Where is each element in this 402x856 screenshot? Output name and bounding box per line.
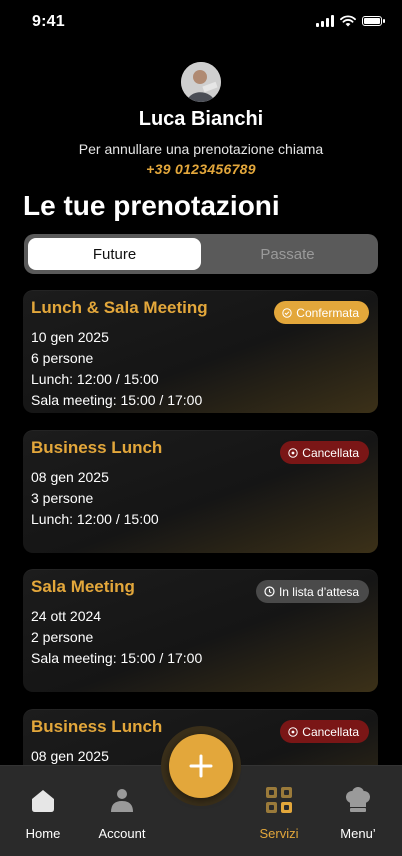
- user-name: Luca Bianchi: [138, 108, 264, 130]
- booking-date: 10 gen 2025: [31, 329, 109, 345]
- clock-icon: [264, 586, 275, 597]
- booking-slot: Sala meeting: 15:00 / 17:00: [31, 650, 203, 666]
- booking-card[interactable]: Business Lunch Cancellata 08 gen 2025 3 …: [23, 430, 378, 553]
- status-bar: 9:41: [0, 0, 402, 44]
- cancel-circle-icon: [288, 447, 298, 458]
- booking-slot: Lunch: 12:00 / 15:00: [31, 511, 159, 527]
- status-badge: Cancellata: [280, 441, 369, 464]
- tab-menu-label: Menu’: [340, 826, 376, 841]
- booking-slot: Sala meeting: 15:00 / 17:00: [31, 392, 203, 408]
- phone-link[interactable]: +39 0123456789: [0, 161, 402, 177]
- booking-card[interactable]: Lunch & Sala Meeting Confermata 10 gen 2…: [23, 290, 378, 413]
- battery-icon: [362, 16, 385, 26]
- status-time: 9:41: [32, 13, 65, 30]
- status-badge: Cancellata: [280, 720, 369, 743]
- booking-people: 6 persone: [31, 350, 94, 366]
- status-badge-label: Confermata: [296, 305, 359, 320]
- profile-header: Luca Bianchi Per annullare una prenotazi…: [0, 62, 402, 177]
- chef-hat-icon: [346, 787, 370, 812]
- booking-title: Sala Meeting: [31, 577, 135, 596]
- status-badge-label: In lista d’attesa: [278, 584, 359, 599]
- cellular-signal-icon: [316, 15, 334, 27]
- check-circle-icon: [282, 307, 292, 318]
- tab-home-label: Home: [25, 826, 61, 841]
- cancel-info-text: Per annullare una prenotazione chiama: [78, 141, 324, 157]
- wifi-icon: [340, 15, 356, 27]
- avatar: [181, 62, 221, 102]
- tab-services[interactable]: Servizi: [239, 784, 319, 841]
- tab-account[interactable]: Account: [82, 784, 162, 841]
- status-badge: Confermata: [274, 301, 369, 324]
- tab-services-label: Servizi: [259, 826, 299, 841]
- tab-menu[interactable]: Menu’: [318, 784, 398, 841]
- home-icon: [32, 790, 54, 812]
- booking-date: 08 gen 2025: [31, 469, 109, 485]
- booking-title: Lunch & Sala Meeting: [31, 298, 208, 317]
- plus-icon: [189, 754, 213, 778]
- status-badge: In lista d’attesa: [255, 580, 369, 603]
- status-badge-label: Cancellata: [302, 724, 359, 739]
- booking-title: Business Lunch: [31, 717, 163, 736]
- status-badge-label: Cancellata: [302, 445, 359, 460]
- bookings-segmented-control: Future Passate: [24, 234, 378, 274]
- person-icon: [111, 789, 133, 812]
- tab-home[interactable]: Home: [3, 784, 83, 841]
- booking-slot: Lunch: 12:00 / 15:00: [31, 371, 159, 387]
- status-icons: [316, 15, 385, 27]
- booking-people: 2 persone: [31, 629, 94, 645]
- qr-grid-icon: [266, 787, 292, 813]
- cancel-circle-icon: [288, 726, 298, 737]
- booking-date: 24 ott 2024: [31, 608, 102, 624]
- booking-people: 3 persone: [31, 490, 94, 506]
- booking-card[interactable]: Sala Meeting In lista d’attesa 24 ott 20…: [23, 569, 378, 692]
- booking-title: Business Lunch: [31, 438, 163, 457]
- tab-past[interactable]: Passate: [201, 238, 374, 270]
- tab-future[interactable]: Future: [28, 238, 201, 270]
- booking-date: 08 gen 2025: [31, 748, 109, 764]
- page-title: Le tue prenotazioni: [23, 190, 280, 221]
- add-booking-button[interactable]: [169, 734, 233, 798]
- tab-account-label: Account: [98, 826, 146, 841]
